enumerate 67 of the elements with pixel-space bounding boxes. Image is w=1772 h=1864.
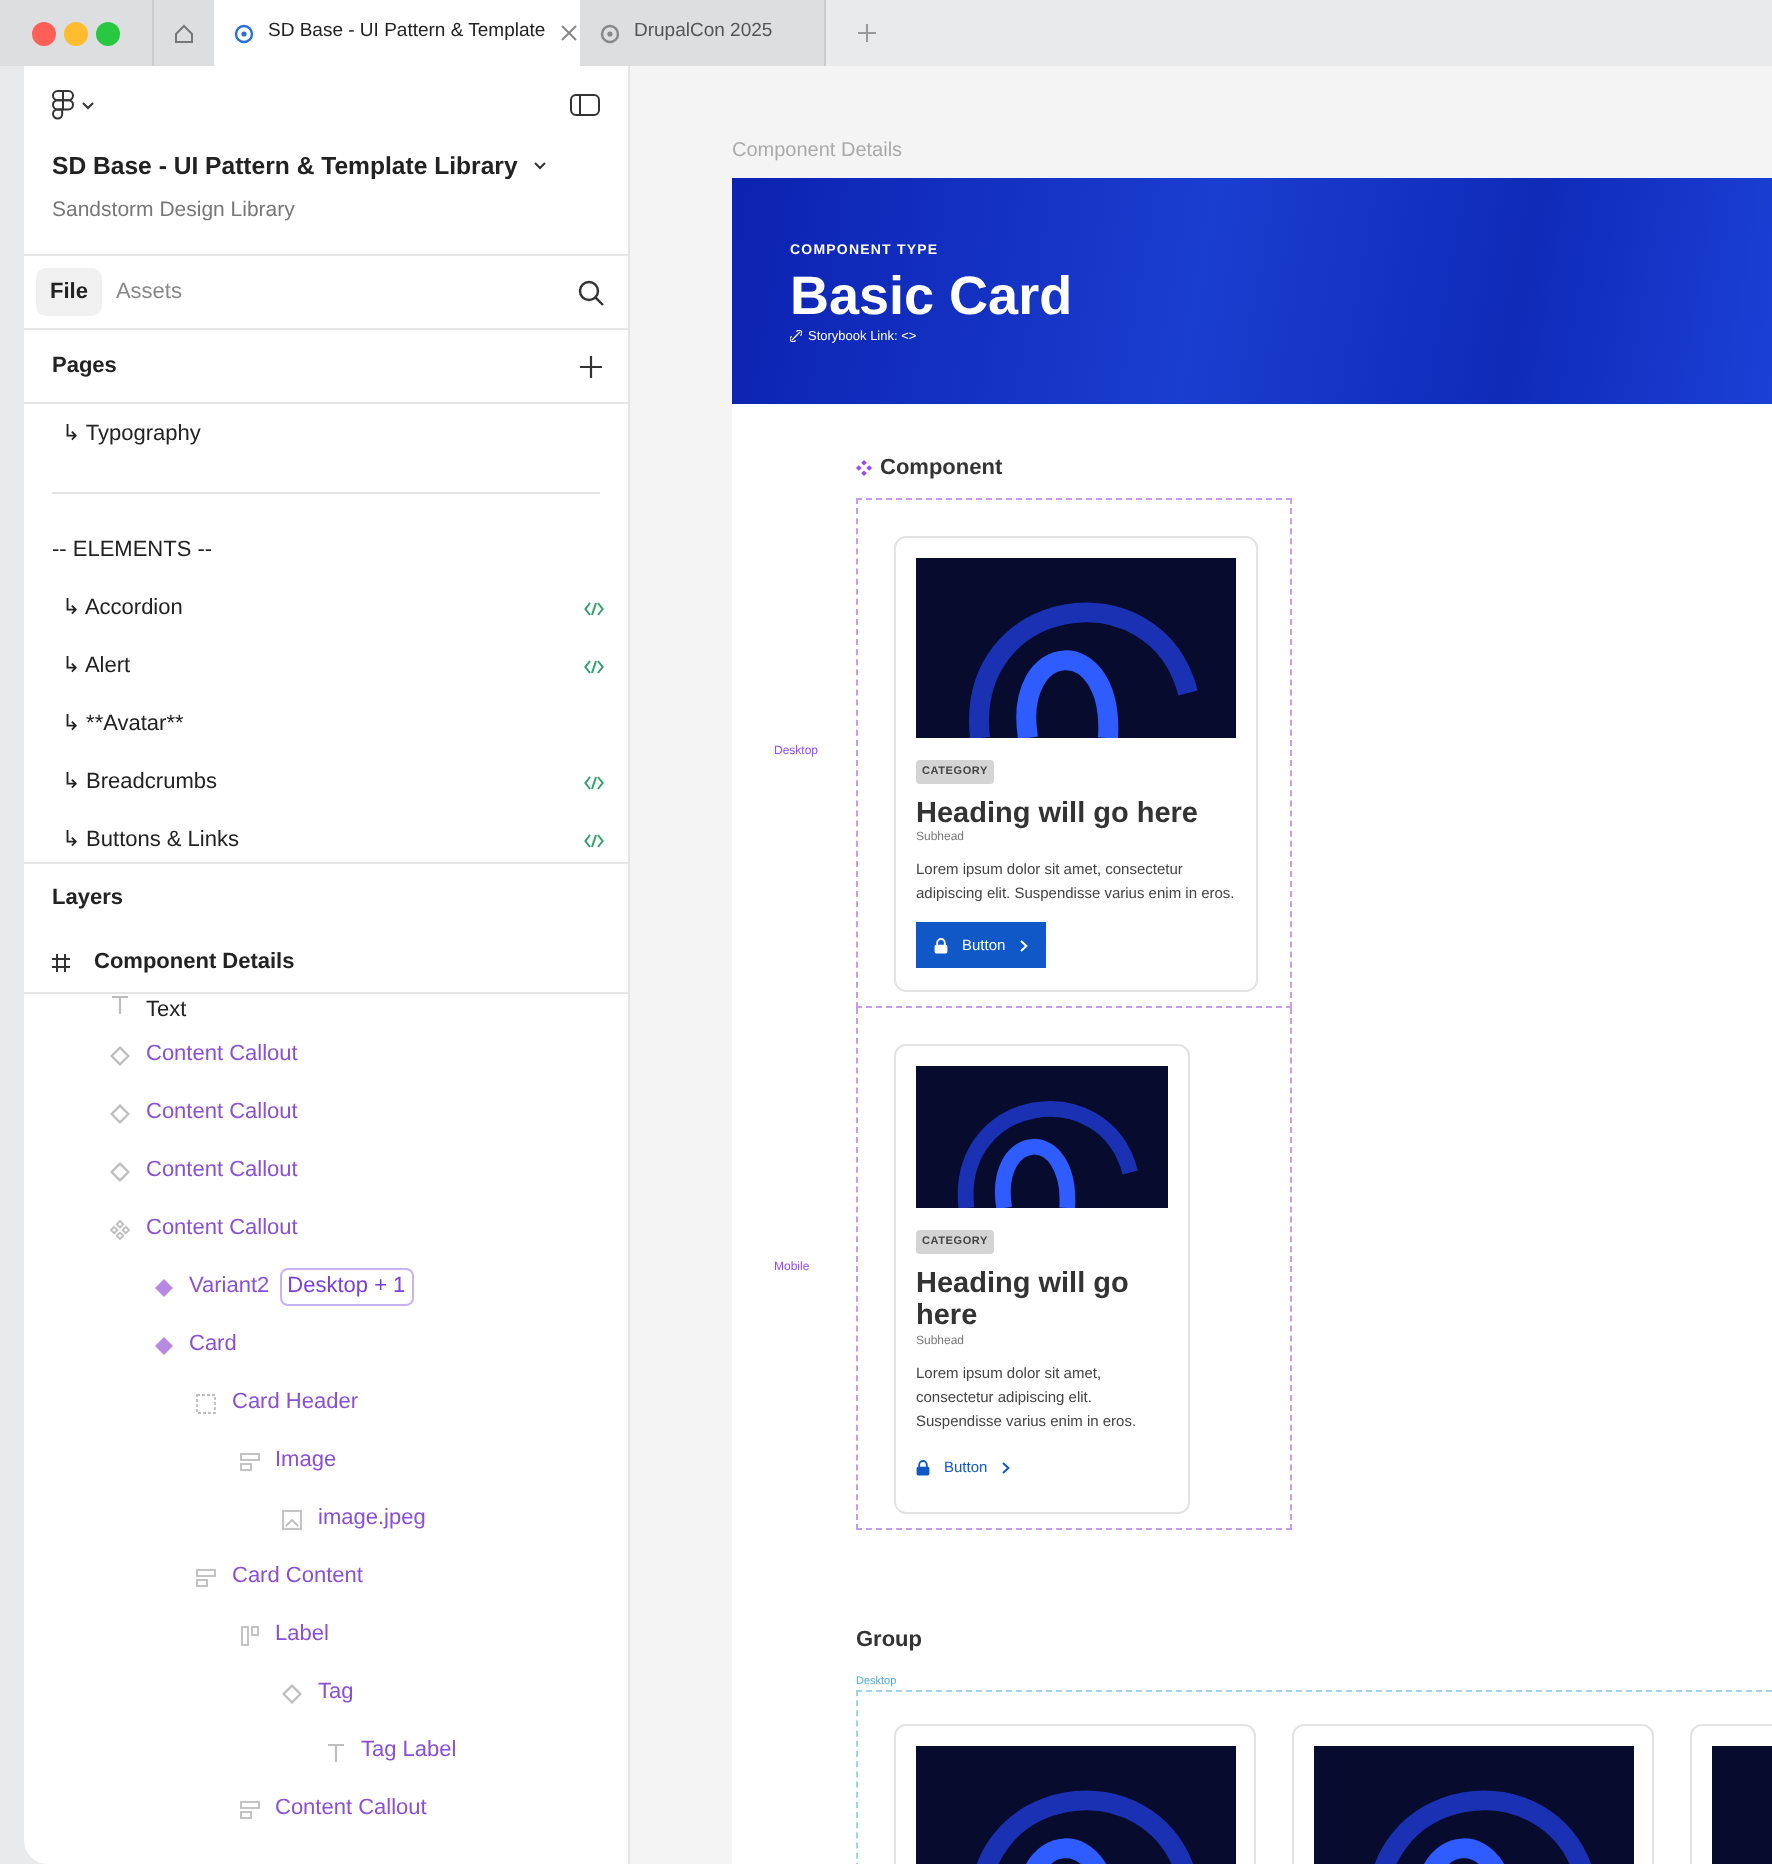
component-set-icon [110, 1219, 130, 1240]
frame-label: Component Details [732, 140, 905, 164]
layer-item[interactable]: Card Content [24, 1548, 628, 1607]
file-title: SD Base - UI Pattern & Template Library [52, 150, 518, 184]
layer-item[interactable]: Content Callout [24, 1200, 628, 1259]
close-icon[interactable] [559, 24, 578, 42]
image-icon [282, 1509, 302, 1530]
layer-item[interactable]: Content Callout [24, 1142, 628, 1201]
instance-icon [282, 1683, 302, 1704]
caret-icon[interactable] [82, 101, 94, 109]
layer-name: Variant2 [189, 1272, 270, 1303]
panel-tab[interactable]: Assets [101, 267, 196, 317]
variant-badge: Desktop + 1 [279, 1268, 414, 1306]
page-item[interactable]: ↳ Buttons & Links [24, 812, 628, 863]
layer-item[interactable]: image.jpeg [24, 1490, 628, 1549]
section-heading: Layers [52, 884, 123, 915]
component-icon [153, 1277, 173, 1298]
layer-item[interactable]: Content Callout [24, 1026, 628, 1085]
lock-icon [934, 937, 948, 954]
section-heading: Component [880, 454, 1003, 484]
frame-layer[interactable]: Component Details [24, 934, 628, 995]
auto-layout-icon [239, 1451, 259, 1472]
page-item[interactable]: ↳ Alert [24, 638, 628, 697]
instance-icon [110, 1045, 130, 1066]
chevron-right-icon [1019, 939, 1028, 952]
component-set-icon [856, 460, 872, 477]
auto-layout-icon [196, 1567, 216, 1588]
auto-layout-icon [239, 1799, 259, 1820]
component-icon [153, 1335, 173, 1356]
page-title: Basic Card [790, 263, 1075, 327]
page-item[interactable]: ↳ Accordion [24, 580, 628, 639]
text-layer-icon [110, 994, 130, 1015]
frame-icon [196, 1393, 216, 1414]
card-heading: Heading will go here [916, 1267, 1131, 1335]
text-layer-icon [325, 1741, 345, 1762]
section-heading: Pages [52, 351, 117, 382]
frame-icon [52, 954, 70, 973]
lock-icon [916, 1459, 930, 1476]
panel-tab[interactable]: File [36, 267, 102, 317]
page-item[interactable]: -- ELEMENTS -- [24, 522, 628, 581]
layer-item[interactable]: Image [24, 1432, 628, 1491]
page-item[interactable]: ↳ Typography [24, 406, 628, 465]
layer-item[interactable]: Tag Label [24, 1722, 628, 1781]
add-icon[interactable] [580, 355, 602, 378]
layer-item[interactable]: Content Callout [24, 1084, 628, 1143]
home-icon [174, 23, 194, 43]
card-heading: Heading will go here [916, 797, 1200, 831]
page-item[interactable]: ↳ **Avatar** [24, 696, 628, 755]
section-heading: Group [856, 1625, 924, 1656]
auto-layout-icon [239, 1625, 259, 1646]
instance-icon [110, 1161, 130, 1182]
layer-item[interactable]: Text [24, 994, 628, 1027]
layer-item[interactable]: Content Callout [24, 1780, 628, 1839]
sidebar-toggle-icon[interactable] [570, 94, 600, 116]
home-tab[interactable] [152, 0, 214, 66]
layer-item[interactable]: Card [24, 1316, 628, 1375]
caret-icon[interactable] [533, 162, 546, 171]
search-icon[interactable] [578, 279, 604, 306]
layer-item[interactable]: Label [24, 1606, 628, 1665]
layer-item[interactable]: Card Header [24, 1374, 628, 1433]
file-subtitle: Sandstorm Design Library [52, 196, 297, 227]
layer-item[interactable]: Tag [24, 1664, 628, 1723]
browser-tab[interactable]: SD Base - UI Pattern & Template [214, 0, 580, 66]
chevron-right-icon [1001, 1461, 1010, 1474]
instance-icon [110, 1103, 130, 1124]
browser-tab[interactable]: DrupalCon 2025 [580, 0, 826, 66]
page-item[interactable]: ↳ Breadcrumbs [24, 754, 628, 813]
